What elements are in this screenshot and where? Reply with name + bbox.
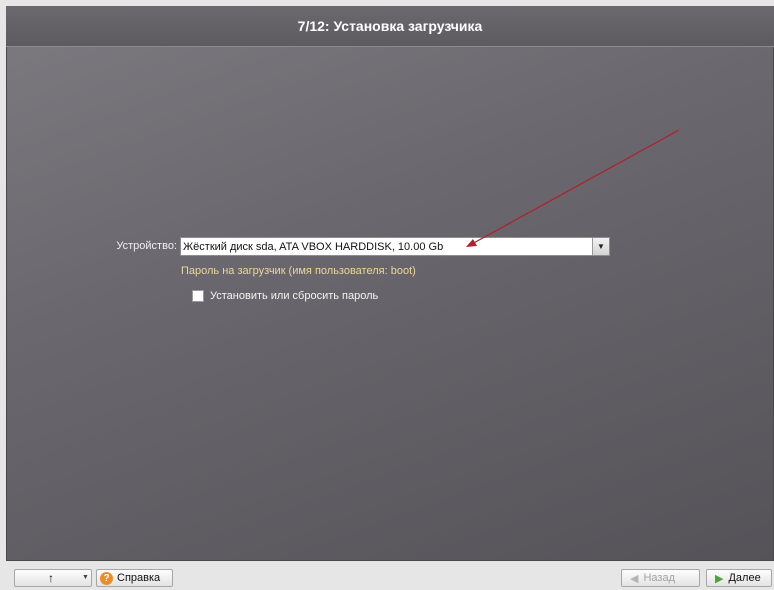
page-title: 7/12: Установка загрузчика <box>6 6 774 47</box>
back-button[interactable]: ◀ Назад <box>621 569 700 587</box>
installer-window: 7/12: Установка загрузчика Устройство: <box>6 6 774 561</box>
chevron-right-icon: ▶ <box>715 572 724 585</box>
chevron-down-icon: ▼ <box>597 241 605 251</box>
chevron-left-icon: ◀ <box>630 572 639 585</box>
question-icon: ? <box>100 571 113 585</box>
back-button-label: Назад <box>643 572 675 584</box>
password-hint: Пароль на загрузчик (имя пользователя: b… <box>181 265 416 277</box>
device-select-value: Жёсткий диск sda, ATA VBOX HARDDISK, 10.… <box>183 240 444 253</box>
password-checkbox-row[interactable]: Установить или сбросить пароль <box>192 290 378 302</box>
up-arrow-icon: ↑ <box>48 571 54 585</box>
password-checkbox[interactable] <box>192 290 204 302</box>
next-button[interactable]: ▶ Далее <box>706 569 772 587</box>
chevron-down-icon[interactable]: ▼ <box>82 574 89 581</box>
up-button[interactable]: ↑ ▼ <box>14 569 92 587</box>
help-button-label: Справка <box>117 572 161 584</box>
help-button[interactable]: ? Справка <box>96 569 173 587</box>
bottom-bar: ↑ ▼ ? Справка ◀ Назад ▶ Далее <box>0 563 774 590</box>
device-select[interactable]: Жёсткий диск sda, ATA VBOX HARDDISK, 10.… <box>180 237 610 256</box>
password-checkbox-label[interactable]: Установить или сбросить пароль <box>210 290 378 302</box>
dropdown-button[interactable]: ▼ <box>592 238 609 255</box>
device-label: Устройство: <box>116 240 177 252</box>
next-button-label: Далее <box>728 572 761 584</box>
